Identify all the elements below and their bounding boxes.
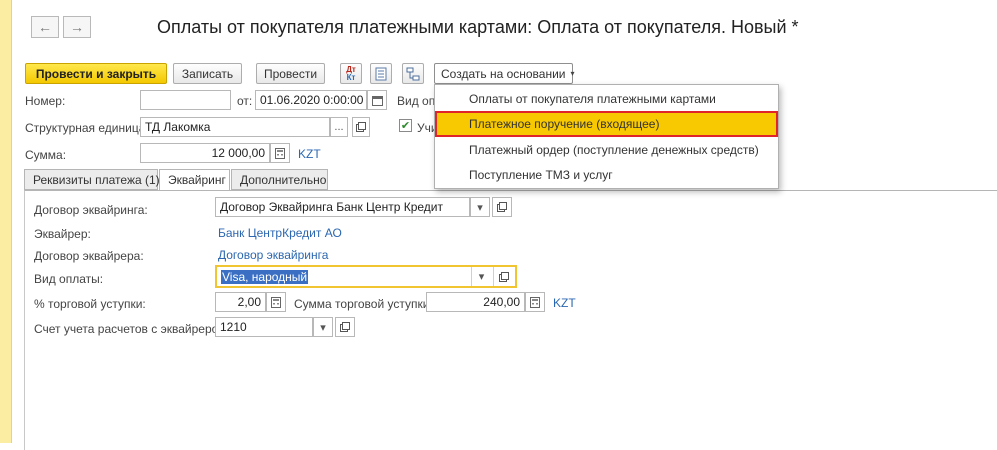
sum-calc-button[interactable] [270,143,290,163]
unit-field[interactable]: ТД Лакомка [140,117,330,137]
payment-type-dropdown-button[interactable]: ▾ [471,267,491,286]
chevron-down-icon: ▾ [320,321,326,334]
chevron-down-icon: ▾ [477,201,483,214]
structure-button[interactable] [402,63,424,84]
unit-label: Структурная единица: [25,121,149,135]
hierarchy-icon [406,67,420,80]
open-icon [498,271,509,282]
acquirer-contract-link[interactable]: Договор эквайринга [218,248,328,262]
acquirer-contract-label: Договор эквайрера: [34,249,144,263]
menu-item-incoming-payment-order[interactable]: Платежное поручение (входящее) [435,111,778,137]
contract-dropdown-button[interactable]: ▾ [470,197,490,217]
payment-type-open-button[interactable] [493,267,513,286]
checkbox-input[interactable]: ✔ [399,119,412,132]
calculator-icon [275,147,285,159]
account-open-button[interactable] [335,317,355,337]
menu-item-card-payments[interactable]: Оплаты от покупателя платежными картами [435,86,778,112]
discount-pct-label: % торговой уступки: [34,297,146,311]
ellipsis-icon: ... [334,121,344,133]
contract-field[interactable]: Договор Эквайринга Банк Центр Кредит [215,197,470,217]
account-dropdown-button[interactable]: ▾ [313,317,333,337]
side-strip [0,0,12,443]
dtkt-button[interactable]: Дт Кт [340,63,362,84]
dtkt-icon: Дт Кт [346,64,356,82]
create-based-on-button[interactable]: Создать на основании ▾ [434,63,575,84]
account-field[interactable]: 1210 [215,317,313,337]
discount-sum-label: Сумма торговой уступки: [294,297,433,311]
forward-arrow-icon: → [70,19,84,35]
currency-link[interactable]: KZT [298,147,321,161]
payment-type-label: Вид оплаты: [34,272,104,286]
forward-button[interactable]: → [63,16,91,38]
calendar-button[interactable] [367,90,387,110]
tab-acquiring[interactable]: Эквайринг [159,169,230,191]
contract-open-button[interactable] [492,197,512,217]
back-button[interactable]: ← [31,16,59,38]
number-label: Номер: [25,94,66,108]
discount-currency-link[interactable]: KZT [553,296,576,310]
post-button[interactable]: Провести [256,63,325,84]
calendar-icon [371,95,383,106]
sum-label: Сумма: [25,148,67,162]
unit-open-button[interactable] [352,117,370,137]
discount-pct-calc-button[interactable] [266,292,286,312]
number-field[interactable] [140,90,231,110]
menu-item-cash-receipt-order[interactable]: Платежный ордер (поступление денежных ср… [435,137,778,163]
discount-pct-field[interactable]: 2,00 [215,292,266,312]
date-prefix-label: от: [237,94,253,108]
post-and-close-button[interactable]: Провести и закрыть [25,63,167,84]
menu-item-goods-receipt[interactable]: Поступление ТМЗ и услуг [435,162,778,188]
open-icon [497,202,507,212]
open-icon [340,322,350,332]
tab-panel [24,190,997,450]
tab-payment-details[interactable]: Реквизиты платежа (1) [24,169,160,190]
chevron-down-icon: ▾ [570,69,575,78]
contract-label: Договор эквайринга: [34,203,148,217]
account-label: Счет учета расчетов с эквайрером: [34,322,230,336]
discount-sum-calc-button[interactable] [525,292,545,312]
back-arrow-icon: ← [38,19,52,35]
tab-additional[interactable]: Дополнительно [231,169,328,190]
chevron-down-icon: ▾ [478,271,485,283]
acquirer-link[interactable]: Банк ЦентрКредит АО [218,226,342,240]
unit-select-button[interactable]: ... [330,117,348,137]
list-report-button[interactable] [370,63,392,84]
acquirer-label: Эквайрер: [34,227,91,241]
check-icon: ✔ [400,120,411,132]
open-icon [356,122,366,132]
window-title: Оплаты от покупателя платежными картами:… [157,17,799,37]
date-field[interactable]: 01.06.2020 0:00:00 [255,90,367,110]
calculator-icon [530,296,540,308]
create-based-on-menu: Оплаты от покупателя платежными картами … [434,84,779,189]
payment-type-value: Visa, народный [221,269,309,284]
discount-sum-field[interactable]: 240,00 [426,292,525,312]
create-based-on-label: Создать на основании [441,66,566,81]
sum-field[interactable]: 12 000,00 [140,143,270,163]
list-report-icon [375,67,387,80]
calculator-icon [271,296,281,308]
save-button[interactable]: Записать [173,63,242,84]
